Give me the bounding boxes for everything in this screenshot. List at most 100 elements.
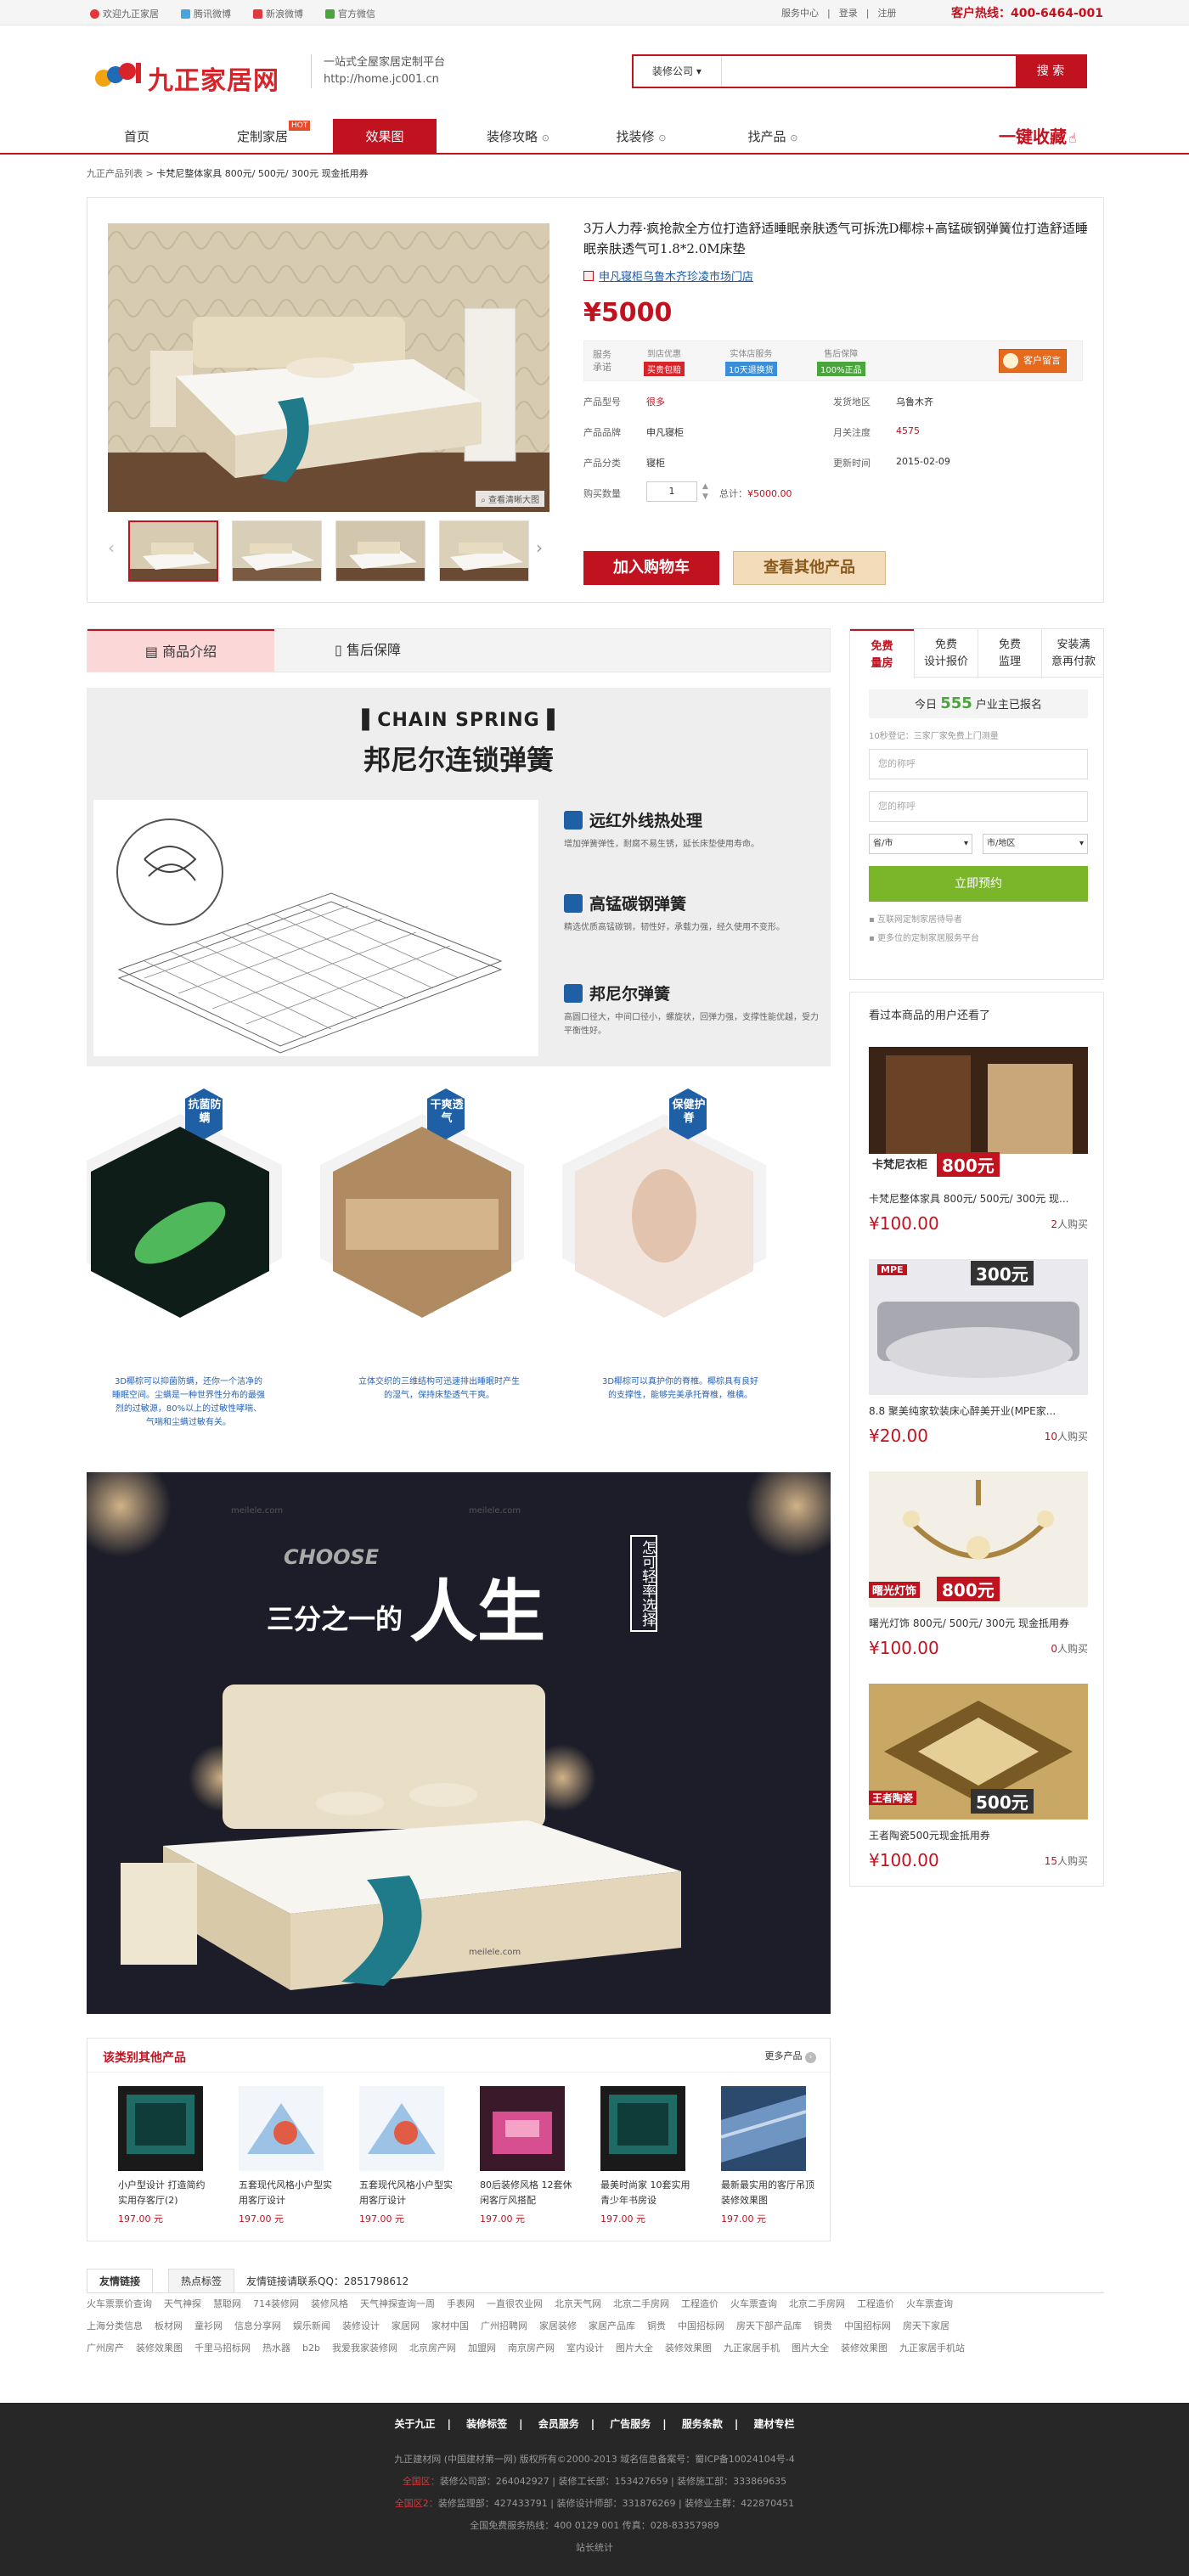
similar-item[interactable]: 最新最实用的客厅吊顶装修效果图 197.00 元 bbox=[721, 2086, 816, 2225]
nav-home[interactable]: 首页 bbox=[87, 119, 187, 155]
side-tab-free-measure[interactable]: 免费 量房 bbox=[850, 629, 914, 678]
thumbnail-1[interactable] bbox=[128, 520, 218, 582]
friend-link[interactable]: 中国招标网 bbox=[844, 2315, 891, 2337]
side-tab-free-supervise[interactable]: 免费 监理 bbox=[978, 629, 1041, 678]
friend-link[interactable]: 家居网 bbox=[392, 2315, 420, 2337]
friend-link[interactable]: 铜贵 bbox=[647, 2315, 666, 2337]
search-category-select[interactable]: 装修公司 ▾ bbox=[634, 56, 722, 87]
friend-link[interactable]: 火车票查询 bbox=[906, 2293, 953, 2315]
friend-link[interactable]: 我爱我家装修网 bbox=[332, 2337, 397, 2359]
friend-link[interactable]: 加盟网 bbox=[468, 2337, 496, 2359]
topbar-link-sina-weibo[interactable]: 新浪微博 bbox=[253, 7, 303, 20]
footer-link[interactable]: 服务条款 bbox=[682, 2418, 723, 2430]
tab-hot-tags[interactable]: 热点标签 bbox=[168, 2269, 235, 2292]
friend-link[interactable]: 火车票票价查询 bbox=[87, 2293, 152, 2315]
tab-friend-links[interactable]: 友情链接 bbox=[87, 2269, 154, 2292]
thumbnail-3[interactable] bbox=[335, 520, 425, 582]
one-click-collect[interactable]: 一键收藏 ☝ bbox=[999, 119, 1077, 156]
thumbnail-2[interactable] bbox=[232, 520, 322, 582]
friend-link[interactable]: 北京二手房网 bbox=[613, 2293, 669, 2315]
friend-link[interactable]: 广州房产 bbox=[87, 2337, 124, 2359]
friend-link[interactable]: 广州招聘网 bbox=[481, 2315, 527, 2337]
friend-link[interactable]: 工程造价 bbox=[857, 2293, 894, 2315]
product-main-image[interactable]: ⌕ 查看清晰大图 bbox=[108, 223, 549, 512]
customer-message-button[interactable]: 客户留言 bbox=[999, 349, 1067, 373]
view-large-image[interactable]: ⌕ 查看清晰大图 bbox=[476, 491, 544, 507]
book-now-button[interactable]: 立即预约 bbox=[869, 866, 1088, 902]
side-tab-pay-later[interactable]: 安装满 意再付款 bbox=[1041, 629, 1105, 678]
tab-after-sales[interactable]: ▯ 售后保障 bbox=[274, 629, 461, 672]
friend-link[interactable]: 天气神探 bbox=[164, 2293, 201, 2315]
friend-link[interactable]: 家材中国 bbox=[431, 2315, 469, 2337]
friend-link[interactable]: 北京房产网 bbox=[409, 2337, 456, 2359]
nav-find-product[interactable]: 找产品 ⊙ bbox=[722, 119, 824, 155]
stepper-arrows-icon[interactable]: ▲ ▼ bbox=[702, 481, 708, 502]
friend-link[interactable]: 信息分享网 bbox=[234, 2315, 281, 2337]
friend-link[interactable]: b2b bbox=[302, 2337, 320, 2359]
friend-link[interactable]: 房天下部产品库 bbox=[736, 2315, 802, 2337]
nav-find-decoration[interactable]: 找装修 ⊙ bbox=[594, 119, 688, 155]
search-input[interactable] bbox=[724, 56, 1012, 87]
service-center-link[interactable]: 服务中心 bbox=[781, 6, 819, 20]
similar-item[interactable]: 五套现代风格小户型实用客厅设计 197.00 元 bbox=[239, 2086, 334, 2225]
friend-link[interactable]: 装修效果图 bbox=[136, 2337, 183, 2359]
friend-link[interactable]: 北京天气网 bbox=[555, 2293, 601, 2315]
friend-link[interactable]: 工程造价 bbox=[681, 2293, 718, 2315]
friend-link[interactable]: 慧聪网 bbox=[213, 2293, 241, 2315]
nav-renderings[interactable]: 效果图 bbox=[333, 119, 437, 155]
footer-link[interactable]: 会员服务 bbox=[538, 2418, 579, 2430]
friend-link[interactable]: 一直很农业网 bbox=[487, 2293, 543, 2315]
friend-link[interactable]: 九正家居手机站 bbox=[899, 2337, 965, 2359]
friend-link[interactable]: 家居装修 bbox=[539, 2315, 577, 2337]
login-link[interactable]: 登录 bbox=[839, 6, 858, 20]
friend-link[interactable]: 装修效果图 bbox=[841, 2337, 888, 2359]
friend-link[interactable]: 娱乐新闻 bbox=[293, 2315, 330, 2337]
nav-decoration-guide[interactable]: 装修攻略 ⊙ bbox=[459, 119, 578, 155]
friend-link[interactable]: 上海分类信息 bbox=[87, 2315, 143, 2337]
view-other-products-button[interactable]: 查看其他产品 bbox=[733, 551, 886, 585]
add-to-cart-button[interactable]: 加入购物车 bbox=[583, 551, 719, 585]
friend-link[interactable]: 板材网 bbox=[155, 2315, 183, 2337]
province-select[interactable]: 省/市 ▾ bbox=[869, 834, 972, 854]
name-field[interactable]: 您的称呼 bbox=[869, 749, 1088, 779]
similar-item[interactable]: 小户型设计 打造简约实用存客厅(2) 197.00 元 bbox=[118, 2086, 213, 2225]
footer-link[interactable]: 广告服务 bbox=[610, 2418, 651, 2430]
friend-link[interactable]: 九正家居手机 bbox=[724, 2337, 780, 2359]
friend-link[interactable]: 北京二手房网 bbox=[789, 2293, 845, 2315]
topbar-link-wechat[interactable]: 官方微信 bbox=[325, 7, 375, 20]
footer-stats[interactable]: 站长统计 bbox=[0, 2540, 1189, 2554]
footer-link[interactable]: 关于九正 bbox=[395, 2418, 436, 2430]
register-link[interactable]: 注册 bbox=[877, 6, 896, 20]
shop-link[interactable]: 申凡寝柜乌鲁木齐珍凌市场门店 bbox=[583, 267, 753, 284]
friend-link[interactable]: 手表网 bbox=[447, 2293, 475, 2315]
friend-link[interactable]: 火车票查询 bbox=[730, 2293, 777, 2315]
friend-link[interactable]: 装修效果图 bbox=[665, 2337, 712, 2359]
friend-link[interactable]: 图片大全 bbox=[792, 2337, 829, 2359]
friend-link[interactable]: 童衫网 bbox=[194, 2315, 223, 2337]
friend-link[interactable]: 中国招标网 bbox=[678, 2315, 724, 2337]
more-products-link[interactable]: 更多产品 › bbox=[765, 2049, 816, 2063]
search-button[interactable]: 搜 索 bbox=[1016, 56, 1085, 87]
friend-link[interactable]: 家居产品库 bbox=[589, 2315, 635, 2337]
friend-link[interactable]: 装修设计 bbox=[342, 2315, 380, 2337]
thumb-prev-arrow-icon[interactable]: ‹ bbox=[108, 537, 115, 558]
thumb-next-arrow-icon[interactable]: › bbox=[536, 537, 543, 558]
friend-link[interactable]: 房天下家居 bbox=[903, 2315, 950, 2337]
friend-link[interactable]: 千里马招标网 bbox=[194, 2337, 251, 2359]
friend-link[interactable]: 热水器 bbox=[262, 2337, 290, 2359]
similar-item[interactable]: 五套现代风格小户型实用客厅设计 197.00 元 bbox=[359, 2086, 454, 2225]
city-select[interactable]: 市/地区 ▾ bbox=[983, 834, 1088, 854]
similar-item[interactable]: 最美时尚家 10套实用青少年书房设 197.00 元 bbox=[600, 2086, 696, 2225]
similar-item[interactable]: 80后装修风格 12套休闲客厅风搭配 197.00 元 bbox=[480, 2086, 575, 2225]
friend-link[interactable]: 铜贵 bbox=[814, 2315, 832, 2337]
friend-link[interactable]: 装修风格 bbox=[311, 2293, 348, 2315]
tab-product-intro[interactable]: ▤ 商品介绍 bbox=[87, 629, 274, 672]
friend-link[interactable]: 南京房产网 bbox=[508, 2337, 555, 2359]
phone-field[interactable]: 您的称呼 bbox=[869, 791, 1088, 822]
friend-link[interactable]: 714装修网 bbox=[253, 2293, 299, 2315]
thumbnail-4[interactable] bbox=[439, 520, 529, 582]
site-logo[interactable]: 九正家居网 bbox=[93, 53, 297, 96]
footer-link[interactable]: 建材专栏 bbox=[753, 2418, 794, 2430]
friend-link[interactable]: 室内设计 bbox=[566, 2337, 604, 2359]
friend-link[interactable]: 天气神探查询一周 bbox=[360, 2293, 435, 2315]
